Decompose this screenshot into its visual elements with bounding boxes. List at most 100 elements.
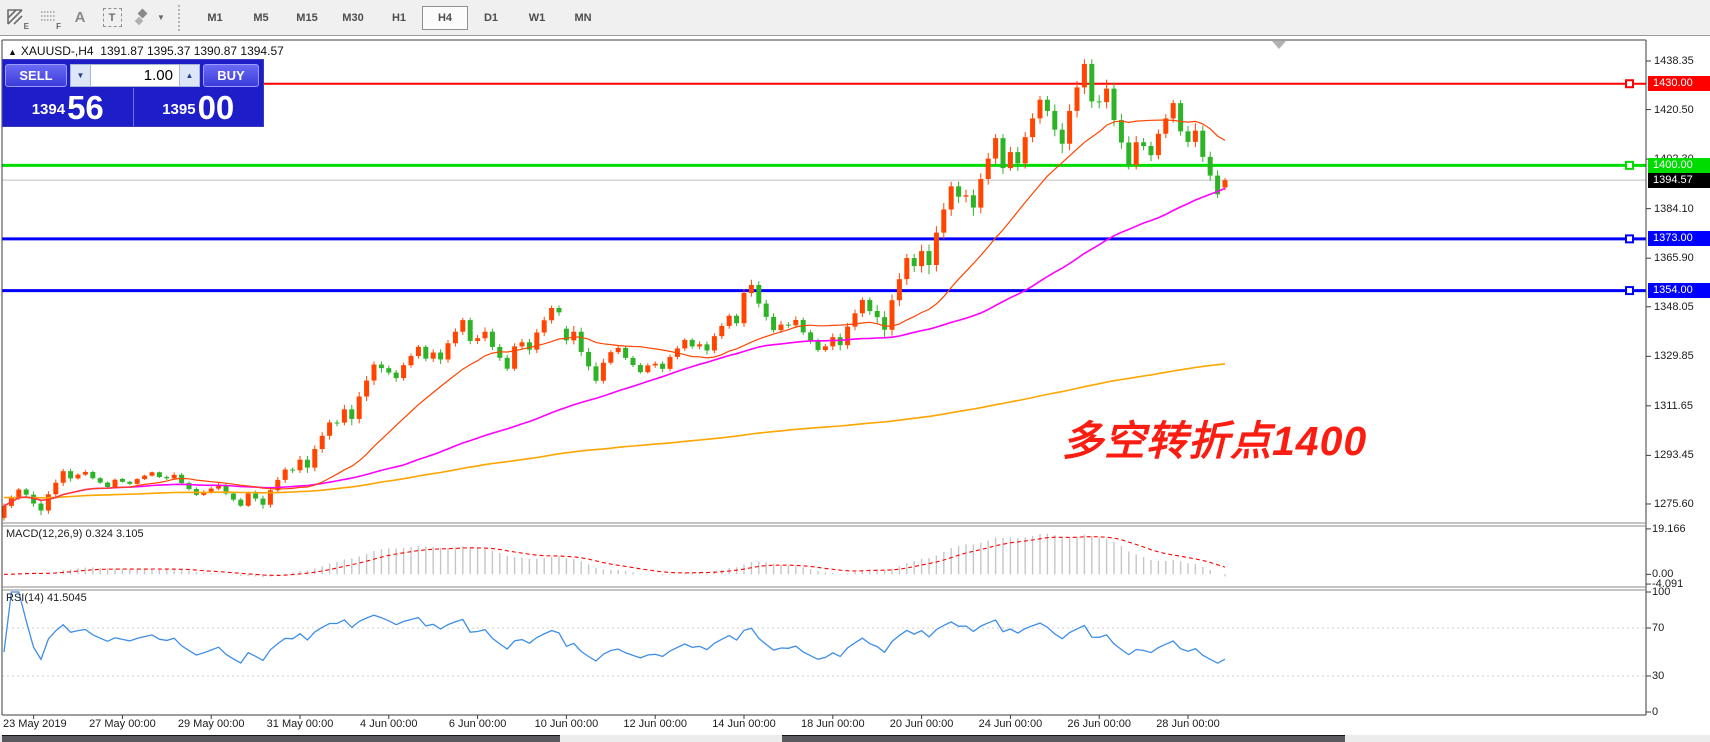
candle bbox=[690, 340, 695, 346]
chart-ohlc-header: ▲XAUUSD-,H4 1391.87 1395.37 1390.87 1394… bbox=[8, 44, 284, 58]
price-tick-label: 1420.50 bbox=[1654, 104, 1694, 116]
volume-decrease-button[interactable]: ▼ bbox=[70, 64, 91, 87]
candle bbox=[956, 186, 961, 196]
chart-shift-marker-icon[interactable] bbox=[1272, 41, 1286, 49]
candle bbox=[719, 326, 724, 336]
candle bbox=[1223, 180, 1228, 187]
rsi-label: RSI(14) 41.5045 bbox=[6, 592, 87, 604]
taskbar-window-sliver[interactable] bbox=[2, 735, 560, 742]
candle bbox=[557, 308, 562, 312]
candle bbox=[460, 320, 465, 332]
candle bbox=[475, 338, 480, 341]
candle bbox=[320, 436, 325, 449]
candle bbox=[786, 325, 791, 326]
candle bbox=[327, 423, 332, 436]
candle bbox=[423, 347, 428, 359]
candle bbox=[61, 471, 66, 483]
candle bbox=[1193, 131, 1198, 142]
candle bbox=[505, 358, 510, 369]
ma-medium-line bbox=[4, 188, 1225, 506]
hline-handle[interactable] bbox=[1626, 235, 1633, 242]
candle bbox=[964, 195, 969, 196]
candle bbox=[860, 300, 865, 313]
candle bbox=[1186, 131, 1191, 142]
candle bbox=[971, 195, 976, 207]
candle bbox=[697, 344, 702, 346]
chart-annotation-text[interactable]: 多空转折点1400 bbox=[1062, 407, 1367, 467]
candle bbox=[756, 285, 761, 304]
candle bbox=[68, 471, 73, 478]
candle bbox=[1200, 131, 1205, 157]
candle bbox=[682, 340, 687, 349]
taskbar-edge bbox=[0, 735, 1710, 742]
candle bbox=[845, 327, 850, 346]
candle bbox=[867, 300, 872, 311]
volume-increase-button[interactable]: ▲ bbox=[179, 64, 200, 87]
candle bbox=[623, 348, 628, 358]
candle bbox=[298, 460, 303, 471]
candle bbox=[438, 353, 443, 360]
taskbar-window-sliver[interactable] bbox=[782, 735, 1345, 742]
ma-slow-line bbox=[4, 364, 1225, 498]
buy-button[interactable]: BUY bbox=[203, 64, 259, 87]
candle bbox=[1052, 111, 1057, 130]
candle bbox=[105, 483, 110, 487]
time-tick-label: 12 Jun 00:00 bbox=[623, 718, 687, 730]
candle bbox=[483, 332, 488, 339]
time-tick-label: 23 May 2019 bbox=[3, 718, 67, 730]
candle bbox=[416, 347, 421, 356]
hline-handle[interactable] bbox=[1626, 162, 1633, 169]
volume-input[interactable] bbox=[91, 64, 179, 87]
candle bbox=[1023, 137, 1028, 163]
candle bbox=[98, 478, 103, 482]
candle bbox=[357, 397, 362, 419]
price-tick-label: 1384.10 bbox=[1654, 203, 1694, 215]
time-tick-label: 27 May 00:00 bbox=[89, 718, 156, 730]
candle bbox=[986, 159, 991, 179]
candle bbox=[771, 317, 776, 330]
candle bbox=[749, 285, 754, 293]
time-tick-label: 24 Jun 00:00 bbox=[979, 718, 1043, 730]
sell-button[interactable]: SELL bbox=[5, 64, 67, 87]
candle bbox=[638, 365, 643, 372]
time-tick-label: 29 May 00:00 bbox=[178, 718, 245, 730]
candle bbox=[734, 316, 739, 323]
trade-panel-top-row: SELL ▼ ▲ BUY bbox=[3, 60, 263, 88]
price-level-badge: 1373.00 bbox=[1648, 231, 1710, 246]
candle bbox=[1156, 134, 1161, 155]
candle bbox=[76, 475, 81, 479]
candle bbox=[446, 343, 451, 359]
price-tick-label: 1311.65 bbox=[1654, 400, 1693, 412]
candle bbox=[727, 316, 732, 326]
rsi-tick-label: 100 bbox=[1652, 586, 1670, 598]
candle bbox=[571, 332, 576, 341]
candle bbox=[712, 336, 717, 350]
candle bbox=[431, 353, 436, 359]
candle bbox=[512, 346, 517, 368]
candle bbox=[586, 352, 591, 366]
candle bbox=[83, 472, 88, 475]
candle bbox=[349, 409, 354, 419]
candle bbox=[305, 460, 310, 468]
candle bbox=[39, 504, 44, 511]
candle bbox=[246, 493, 251, 505]
candle bbox=[978, 179, 983, 208]
candle bbox=[808, 332, 813, 341]
hline-handle[interactable] bbox=[1626, 287, 1633, 294]
candle bbox=[904, 258, 909, 279]
candle bbox=[261, 499, 266, 505]
hline-handle[interactable] bbox=[1626, 80, 1633, 87]
candle bbox=[660, 364, 665, 369]
time-tick-label: 18 Jun 00:00 bbox=[801, 718, 865, 730]
candle bbox=[912, 258, 917, 266]
buy-price[interactable]: 1395 00 bbox=[134, 88, 264, 126]
candle bbox=[409, 356, 414, 365]
candle bbox=[372, 365, 377, 381]
sell-price[interactable]: 1394 56 bbox=[3, 88, 134, 126]
price-tick-label: 1348.05 bbox=[1654, 301, 1694, 313]
macd-tick-label: 19.166 bbox=[1652, 523, 1686, 535]
candle bbox=[1060, 130, 1065, 144]
candle bbox=[238, 500, 243, 506]
one-click-trade-panel: SELL ▼ ▲ BUY 1394 56 1395 00 bbox=[2, 59, 264, 127]
time-tick-label: 14 Jun 00:00 bbox=[712, 718, 776, 730]
